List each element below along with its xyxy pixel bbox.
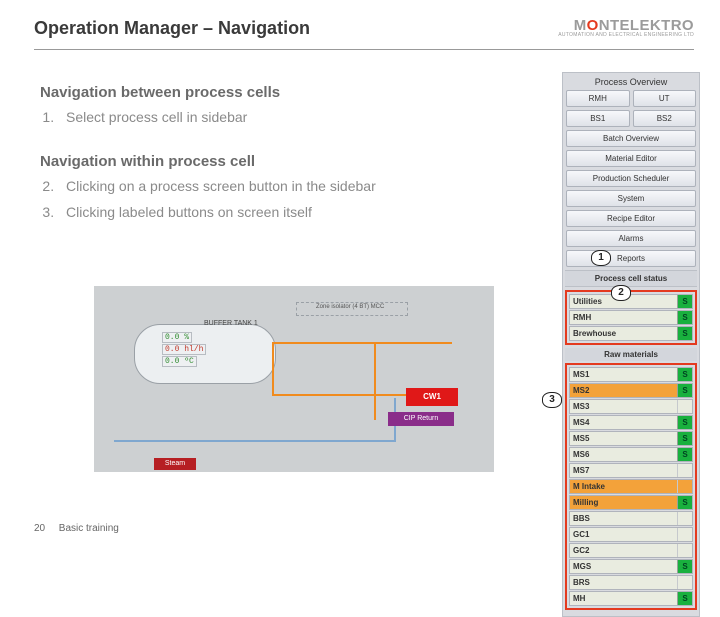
list-item[interactable]: MS4S bbox=[569, 415, 693, 430]
tank-read-temp: 0.0 ºC bbox=[162, 356, 197, 367]
menu-system[interactable]: System bbox=[566, 190, 696, 207]
list-item[interactable]: BrewhouseS bbox=[569, 326, 693, 341]
raw-materials-header: Raw materials bbox=[565, 348, 697, 361]
step-3: Clicking labeled buttons on screen itsel… bbox=[58, 204, 544, 220]
subhead-nav-between: Navigation between process cells bbox=[40, 84, 544, 101]
pipe bbox=[114, 440, 394, 442]
pipe bbox=[374, 342, 376, 420]
list-item[interactable]: M Intake bbox=[569, 479, 693, 494]
pipe bbox=[272, 342, 452, 344]
list-item[interactable]: MS3 bbox=[569, 399, 693, 414]
status-badge: S bbox=[677, 416, 692, 429]
list-item[interactable]: RMHS bbox=[569, 310, 693, 325]
menu-batch-overview[interactable]: Batch Overview bbox=[566, 130, 696, 147]
list-item[interactable]: GC2 bbox=[569, 543, 693, 558]
pipe bbox=[272, 342, 274, 396]
tank-read-pct: 0.0 % bbox=[162, 332, 192, 343]
menu-reports[interactable]: Reports bbox=[566, 250, 696, 267]
callout-2: 2 bbox=[611, 285, 631, 301]
list-item-label: MH bbox=[570, 592, 677, 605]
list-item-label: BRS bbox=[570, 576, 677, 589]
header-rule bbox=[34, 49, 694, 50]
status-badge: S bbox=[677, 432, 692, 445]
callout-3: 3 bbox=[542, 392, 562, 408]
list-item[interactable]: MHS bbox=[569, 591, 693, 606]
status-badge: S bbox=[677, 311, 692, 324]
status-badge: S bbox=[677, 592, 692, 605]
callout-1: 1 bbox=[591, 250, 611, 266]
status-badge: S bbox=[677, 448, 692, 461]
process-cell-status-header: Process cell status bbox=[565, 270, 697, 287]
status-badge bbox=[677, 544, 692, 557]
steam-button[interactable]: Steam bbox=[154, 458, 196, 470]
process-cell-group: UtilitiesSRMHSBrewhouseS bbox=[565, 290, 697, 345]
raw-materials-group: MS1SMS2SMS3MS4SMS5SMS6SMS7M IntakeMillin… bbox=[565, 363, 697, 610]
list-item-label: Milling bbox=[570, 496, 677, 509]
tank-read-flow: 0.0 hl/h bbox=[162, 344, 206, 355]
list-item-label: M Intake bbox=[570, 480, 677, 493]
subhead-nav-within: Navigation within process cell bbox=[40, 153, 544, 170]
list-item-label: MGS bbox=[570, 560, 677, 573]
status-badge bbox=[677, 400, 692, 413]
zone-isolator-label: Zone isolator (4 BT) MCC bbox=[316, 304, 384, 310]
brand-tagline: AUTOMATION AND ELECTRICAL ENGINEERING LT… bbox=[558, 33, 694, 38]
status-badge: S bbox=[677, 327, 692, 340]
brand-logo: MONTELEKTRO AUTOMATION AND ELECTRICAL EN… bbox=[558, 18, 694, 38]
status-badge: S bbox=[677, 295, 692, 308]
list-item[interactable]: MS6S bbox=[569, 447, 693, 462]
page-title: Operation Manager – Navigation bbox=[34, 18, 310, 39]
status-badge: S bbox=[677, 496, 692, 509]
list-item[interactable]: MillingS bbox=[569, 495, 693, 510]
list-item-label: MS2 bbox=[570, 384, 677, 397]
tab-rmh[interactable]: RMH bbox=[566, 90, 630, 107]
page-number: 20 bbox=[34, 523, 56, 534]
footer-label: Basic training bbox=[59, 523, 119, 534]
list-item[interactable]: MS7 bbox=[569, 463, 693, 478]
list-item[interactable]: MS5S bbox=[569, 431, 693, 446]
tab-ut[interactable]: UT bbox=[633, 90, 697, 107]
status-badge bbox=[677, 464, 692, 477]
list-item[interactable]: MGSS bbox=[569, 559, 693, 574]
tab-bs2[interactable]: BS2 bbox=[633, 110, 697, 127]
list-item[interactable]: MS1S bbox=[569, 367, 693, 382]
status-badge bbox=[677, 576, 692, 589]
step-2: Clicking on a process screen button in t… bbox=[58, 178, 544, 194]
pipe bbox=[272, 394, 408, 396]
list-item[interactable]: MS2S bbox=[569, 383, 693, 398]
buffer-tank-label: BUFFER TANK 1 bbox=[204, 320, 258, 327]
status-badge bbox=[677, 528, 692, 541]
status-badge bbox=[677, 512, 692, 525]
list-item-label: MS5 bbox=[570, 432, 677, 445]
list-item-label: MS3 bbox=[570, 400, 677, 413]
list-item-label: GC2 bbox=[570, 544, 677, 557]
list-item-label: MS7 bbox=[570, 464, 677, 477]
menu-production-scheduler[interactable]: Production Scheduler bbox=[566, 170, 696, 187]
list-item[interactable]: UtilitiesS bbox=[569, 294, 693, 309]
list-item-label: MS6 bbox=[570, 448, 677, 461]
cw1-button[interactable]: CW1 bbox=[406, 388, 458, 406]
status-badge: S bbox=[677, 560, 692, 573]
list-item-label: GC1 bbox=[570, 528, 677, 541]
list-item[interactable]: BRS bbox=[569, 575, 693, 590]
list-item-label: Brewhouse bbox=[570, 327, 677, 340]
sidebar-overview-title: Process Overview bbox=[566, 77, 696, 87]
cip-return-button[interactable]: CIP Return bbox=[388, 412, 454, 426]
status-badge: S bbox=[677, 384, 692, 397]
sidebar-panel: Process Overview RMH UT BS1 BS2 Batch Ov… bbox=[562, 72, 700, 617]
menu-alarms[interactable]: Alarms bbox=[566, 230, 696, 247]
tab-bs1[interactable]: BS1 bbox=[566, 110, 630, 127]
menu-material-editor[interactable]: Material Editor bbox=[566, 150, 696, 167]
menu-recipe-editor[interactable]: Recipe Editor bbox=[566, 210, 696, 227]
list-item-label: MS1 bbox=[570, 368, 677, 381]
list-item-label: MS4 bbox=[570, 416, 677, 429]
process-diagram: Zone isolator (4 BT) MCC BUFFER TANK 1 0… bbox=[94, 286, 494, 472]
status-badge: S bbox=[677, 368, 692, 381]
list-item[interactable]: BBS bbox=[569, 511, 693, 526]
slide-footer: 20 Basic training bbox=[34, 523, 119, 534]
step-1: Select process cell in sidebar bbox=[58, 109, 544, 125]
status-badge bbox=[677, 480, 692, 493]
list-item-label: RMH bbox=[570, 311, 677, 324]
list-item-label: BBS bbox=[570, 512, 677, 525]
